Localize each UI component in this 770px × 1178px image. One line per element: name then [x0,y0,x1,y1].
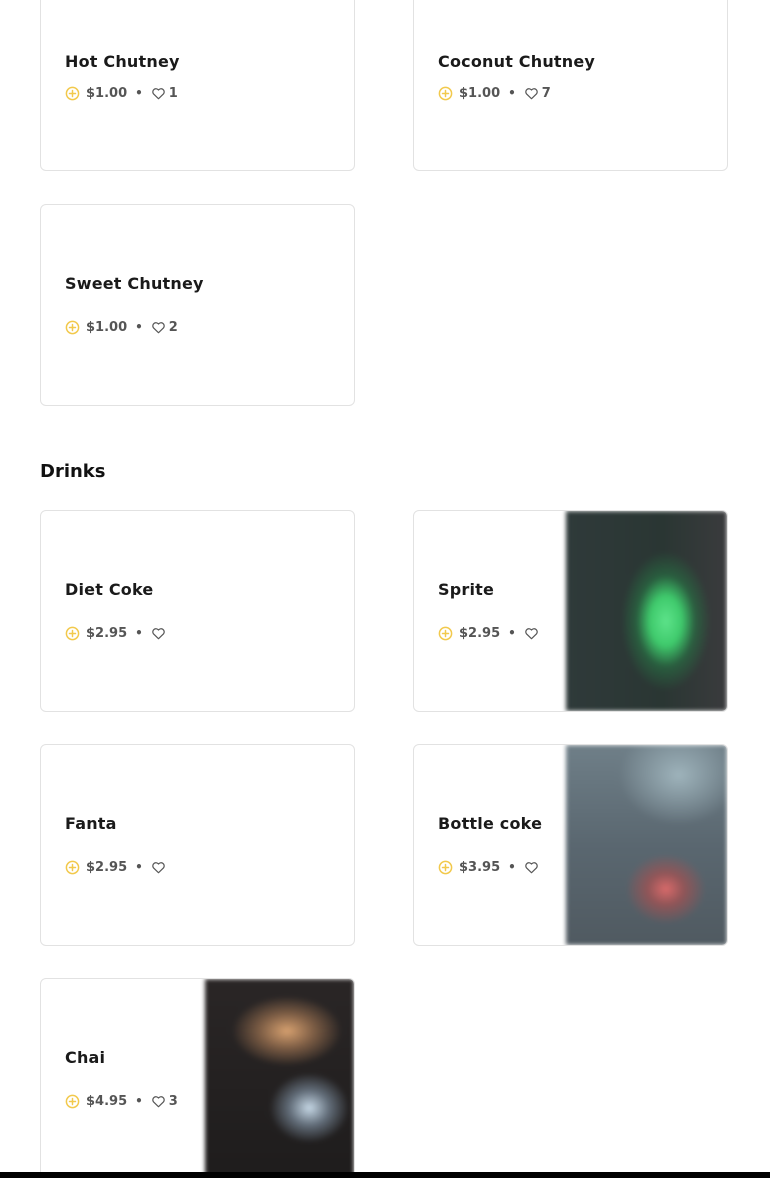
bottom-bar [0,1172,770,1178]
menu-item-body: Diet Coke $2.95 • [65,511,354,711]
menu-item-price: $2.95 [86,625,128,641]
separator-dot: • [135,86,143,100]
separator-dot: • [135,320,143,334]
menu-item-card[interactable]: Coconut Chutney $1.00 • 7 [413,0,728,171]
separator-dot: • [135,1094,143,1108]
heart-outline-icon[interactable] [524,860,539,875]
menu-item-price: $2.95 [86,859,128,875]
menu-item-card[interactable]: Diet Coke $2.95 • [40,510,355,712]
menu-item-likes: 2 [168,319,178,335]
heart-outline-icon[interactable] [524,86,539,101]
plus-circle-icon [438,860,453,874]
menu-item-price: $1.00 [459,85,501,101]
menu-item-meta: $1.00 • 2 [65,318,178,336]
plus-circle-icon [65,320,80,334]
menu-item-price: $1.00 [86,85,128,101]
menu-item-meta: $4.95 • 3 [65,1092,178,1110]
separator-dot: • [135,626,143,640]
menu-item-likes: 7 [541,85,551,101]
menu-item-meta: $3.95 • [438,858,542,876]
separator-dot: • [508,626,516,640]
menu-item-meta: $2.95 • [438,624,542,642]
menu-item-likes: 3 [168,1093,178,1109]
heart-outline-icon[interactable] [151,86,166,101]
heart-outline-icon[interactable] [524,626,539,641]
heart-outline-icon[interactable] [151,860,166,875]
menu-item-name: Sweet Chutney [65,274,204,293]
menu-item-likes: 1 [168,85,178,101]
menu-item-meta: $1.00 • 7 [438,84,551,102]
separator-dot: • [135,860,143,874]
plus-circle-icon [438,626,453,640]
heart-outline-icon[interactable] [151,626,166,641]
menu-item-name: Hot Chutney [65,52,180,71]
menu-item-body: Sweet Chutney $1.00 • 2 [65,205,354,405]
plus-circle-icon [65,86,80,100]
menu-item-card[interactable]: Sweet Chutney $1.00 • 2 [40,204,355,406]
section-title-drinks: Drinks [40,461,106,482]
menu-item-meta: $1.00 • 1 [65,84,178,102]
menu-item-card[interactable]: Hot Chutney $1.00 • 1 [40,0,355,171]
menu-item-body: Coconut Chutney $1.00 • 7 [438,0,727,170]
menu-item-meta: $2.95 • [65,624,169,642]
plus-circle-icon [65,860,80,874]
menu-item-photo [205,979,354,1178]
menu-item-card[interactable]: Bottle coke $3.95 • [413,744,728,946]
menu-item-name: Sprite [438,580,495,599]
separator-dot: • [508,86,516,100]
heart-outline-icon[interactable] [151,320,166,335]
heart-outline-icon[interactable] [151,1094,166,1109]
menu-item-name: Coconut Chutney [438,52,596,71]
menu-item-body: Fanta $2.95 • [65,745,354,945]
menu-item-photo [566,511,727,711]
menu-item-name: Diet Coke [65,580,154,599]
plus-circle-icon [65,626,80,640]
menu-item-body: Hot Chutney $1.00 • 1 [65,0,354,170]
menu-item-price: $3.95 [459,859,501,875]
menu-item-name: Bottle coke [438,814,543,833]
separator-dot: • [508,860,516,874]
menu-item-price: $2.95 [459,625,501,641]
menu-item-card[interactable]: Fanta $2.95 • [40,744,355,946]
plus-circle-icon [438,86,453,100]
menu-item-price: $1.00 [86,319,128,335]
menu-item-card[interactable]: Chai $4.95 • 3 [40,978,355,1178]
menu-item-name: Chai [65,1048,106,1067]
menu-item-name: Fanta [65,814,117,833]
menu-item-card[interactable]: Sprite $2.95 • [413,510,728,712]
menu-item-meta: $2.95 • [65,858,169,876]
menu-page: Hot Chutney $1.00 • 1 Coconut Chutney $1… [0,0,770,1178]
menu-item-price: $4.95 [86,1093,128,1109]
menu-item-photo [566,745,727,945]
plus-circle-icon [65,1094,80,1108]
